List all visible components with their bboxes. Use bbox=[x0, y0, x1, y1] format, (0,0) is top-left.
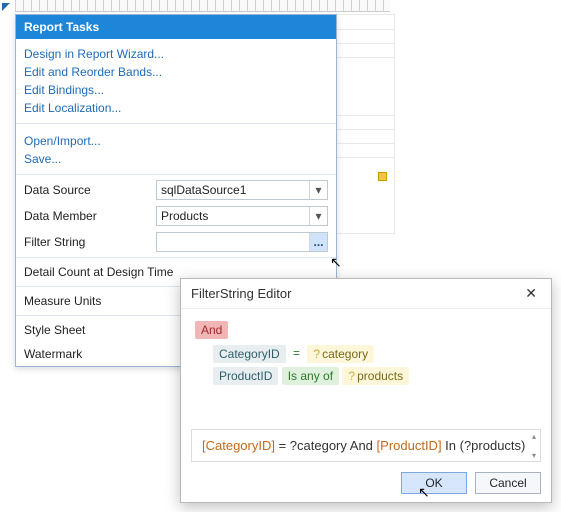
prop-data-source: Data Source sqlDataSource1 ▾ bbox=[16, 177, 336, 203]
param-name: category bbox=[322, 347, 368, 361]
param-pill[interactable]: ?products bbox=[342, 367, 409, 385]
scroll-up-icon[interactable]: ▴ bbox=[530, 432, 538, 440]
link-open-import[interactable]: Open/Import... bbox=[24, 132, 328, 150]
ok-button[interactable]: OK bbox=[401, 472, 467, 494]
field-pill[interactable]: ProductID bbox=[213, 367, 278, 385]
param-icon: ? bbox=[313, 347, 320, 361]
bookmark-icon bbox=[378, 172, 387, 181]
divider bbox=[16, 123, 336, 124]
link-group-top: Design in Report Wizard... Edit and Reor… bbox=[16, 39, 336, 121]
prop-filter-string: Filter String ... bbox=[16, 229, 336, 255]
corner-mark-icon bbox=[2, 3, 10, 11]
root-operator-pill[interactable]: And bbox=[195, 321, 228, 339]
filterstring-editor-dialog: FilterString Editor ✕ And CategoryID = ?… bbox=[180, 278, 552, 503]
prop-data-member: Data Member Products ▾ bbox=[16, 203, 336, 229]
ellipsis-icon[interactable]: ... bbox=[309, 233, 327, 251]
divider bbox=[16, 257, 336, 258]
prop-label: Measure Units bbox=[24, 294, 156, 308]
link-edit-localization[interactable]: Edit Localization... bbox=[24, 99, 328, 117]
link-design-wizard[interactable]: Design in Report Wizard... bbox=[24, 45, 328, 63]
dialog-body: And CategoryID = ?category ProductID Is … bbox=[181, 309, 551, 395]
data-source-field[interactable]: sqlDataSource1 ▾ bbox=[156, 180, 328, 200]
prop-label: Watermark bbox=[24, 347, 156, 361]
param-pill[interactable]: ?category bbox=[307, 345, 374, 363]
expr-field-token: [CategoryID] bbox=[202, 438, 275, 453]
close-icon[interactable]: ✕ bbox=[521, 285, 541, 302]
expr-text: In (?products) bbox=[442, 438, 526, 453]
prop-label: Detail Count at Design Time bbox=[24, 265, 173, 279]
link-edit-bands[interactable]: Edit and Reorder Bands... bbox=[24, 63, 328, 81]
expr-field-token: [ProductID] bbox=[377, 438, 442, 453]
link-group-mid: Open/Import... Save... bbox=[16, 126, 336, 172]
scroll-down-icon[interactable]: ▾ bbox=[530, 451, 538, 459]
data-member-value: Products bbox=[157, 209, 309, 223]
dialog-buttons: OK Cancel bbox=[401, 472, 541, 494]
chevron-down-icon[interactable]: ▾ bbox=[309, 207, 327, 225]
data-source-value: sqlDataSource1 bbox=[157, 183, 309, 197]
param-name: products bbox=[357, 369, 403, 383]
scrollbar[interactable]: ▴ ▾ bbox=[530, 430, 538, 461]
prop-label: Style Sheet bbox=[24, 323, 156, 337]
expression-text[interactable]: [CategoryID] = ?category And [ProductID]… bbox=[191, 429, 541, 462]
prop-label: Data Source bbox=[24, 183, 156, 197]
grid-cells bbox=[335, 14, 395, 234]
divider bbox=[16, 174, 336, 175]
filter-condition-row[interactable]: ProductID Is any of ?products bbox=[213, 367, 537, 385]
prop-label: Data Member bbox=[24, 209, 156, 223]
panel-title: Report Tasks bbox=[16, 15, 336, 39]
data-member-field[interactable]: Products ▾ bbox=[156, 206, 328, 226]
operator-pill[interactable]: Is any of bbox=[282, 367, 339, 385]
link-edit-bindings[interactable]: Edit Bindings... bbox=[24, 81, 328, 99]
prop-label: Filter String bbox=[24, 235, 156, 249]
expr-text: = ?category And bbox=[275, 438, 377, 453]
dialog-titlebar: FilterString Editor ✕ bbox=[181, 279, 551, 309]
dialog-title: FilterString Editor bbox=[191, 286, 291, 301]
field-pill[interactable]: CategoryID bbox=[213, 345, 286, 363]
filter-string-field[interactable]: ... bbox=[156, 232, 328, 252]
horizontal-ruler bbox=[15, 0, 390, 12]
cancel-button[interactable]: Cancel bbox=[475, 472, 541, 494]
param-icon: ? bbox=[348, 369, 355, 383]
filter-condition-row[interactable]: CategoryID = ?category bbox=[213, 345, 537, 363]
operator-eq[interactable]: = bbox=[289, 346, 304, 360]
chevron-down-icon[interactable]: ▾ bbox=[309, 181, 327, 199]
link-save[interactable]: Save... bbox=[24, 150, 328, 168]
